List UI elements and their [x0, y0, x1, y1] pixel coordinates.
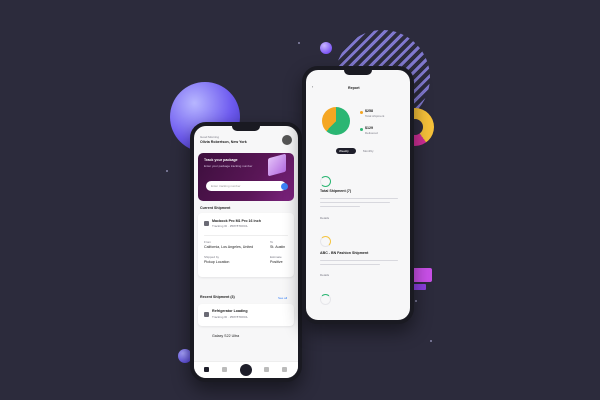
legend-dot-total — [360, 111, 363, 114]
chat-icon[interactable] — [264, 367, 269, 372]
eta-label: Estimate — [270, 255, 282, 259]
text-line — [320, 202, 390, 203]
scan-button[interactable] — [281, 182, 288, 190]
current-shipment-card[interactable]: Macbook Pro M1 Pro 16 inch Tracking ID ·… — [198, 213, 294, 277]
to-label: To — [270, 240, 274, 244]
current-shipment-title: Current Shipment — [200, 206, 231, 210]
package-icon — [204, 312, 209, 317]
item2-name: Galaxy S22 Ultra — [212, 334, 240, 338]
home-icon[interactable] — [204, 367, 209, 372]
report-title: Report — [348, 86, 360, 90]
bottom-tab-bar — [194, 361, 298, 378]
progress-ring-icon — [320, 294, 331, 305]
progress-ring-icon — [320, 176, 331, 187]
status-value: Pickup Location — [204, 260, 230, 264]
item-title: Total Shipment (7) — [320, 189, 352, 193]
home-phone-screen: Good Morning Olivia Robertson, New York … — [190, 122, 302, 382]
see-all-link[interactable]: See all — [278, 297, 287, 300]
divider — [204, 235, 288, 236]
banner-title: Track your package — [204, 158, 238, 162]
recent-shipment-item[interactable]: Refrigerator Loading Tracking ID · #5878… — [198, 304, 294, 326]
recent-shipment-title: Recent Shipment (3) — [200, 295, 235, 299]
back-icon[interactable]: ‹ — [312, 85, 313, 90]
from-value: California, Los Angeles, United — [204, 245, 254, 249]
legend-label-total: Total shipment — [365, 114, 385, 118]
greeting-text: Good Morning — [200, 135, 220, 139]
phone-notch — [232, 126, 260, 131]
text-line — [320, 206, 360, 207]
item-meta: Tracking ID · #5878TDKDL — [212, 315, 249, 319]
item-meta[interactable]: Details — [320, 217, 329, 220]
package-box-icon — [268, 153, 286, 177]
shipment-pie-chart — [322, 107, 350, 135]
tracking-input-placeholder: Enter tracking number — [211, 183, 241, 188]
text-line — [320, 264, 380, 265]
avatar[interactable] — [282, 135, 292, 145]
from-label: From — [204, 240, 211, 244]
package-meta: Tracking ID · #5878TDKDL — [212, 224, 249, 228]
progress-ring-icon — [320, 236, 331, 247]
legend-dot-delivered — [360, 128, 363, 131]
add-shipment-button[interactable] — [240, 364, 252, 376]
star-dot — [298, 42, 300, 44]
package-icon — [204, 221, 209, 226]
profile-icon[interactable] — [282, 367, 287, 372]
monthly-label: Monthly — [363, 148, 374, 153]
star-dot — [415, 300, 417, 302]
user-name: Olivia Robertson, New York — [200, 140, 247, 144]
small-sphere-decoration — [320, 42, 332, 54]
item-title: ABC - BN Fashion Shipment — [320, 251, 369, 255]
item-name: Refrigerator Loading — [212, 309, 248, 313]
text-line — [320, 260, 398, 261]
item-meta[interactable]: Details — [320, 274, 329, 277]
phone-notch — [344, 70, 372, 75]
weekly-toggle[interactable]: Weekly — [336, 148, 356, 154]
status-label: Shipped by — [204, 255, 220, 259]
eta-value: Positive — [270, 260, 283, 264]
search-icon[interactable] — [222, 367, 227, 372]
to-value: St. Austin — [270, 245, 286, 249]
star-dot — [166, 170, 168, 172]
legend-label-delivered: Delivered — [365, 131, 378, 135]
star-dot — [430, 340, 432, 342]
weekly-label: Weekly — [339, 148, 349, 153]
monthly-toggle[interactable]: Monthly — [360, 148, 380, 154]
report-phone-screen: ‹ Report $258 Total shipment $129 Delive… — [302, 66, 414, 324]
text-line — [320, 198, 398, 199]
banner-subtitle: Enter your package tracking number — [204, 164, 253, 168]
track-package-banner: Track your package Enter your package tr… — [198, 153, 294, 201]
tracking-number-input[interactable]: Enter tracking number — [206, 181, 288, 191]
